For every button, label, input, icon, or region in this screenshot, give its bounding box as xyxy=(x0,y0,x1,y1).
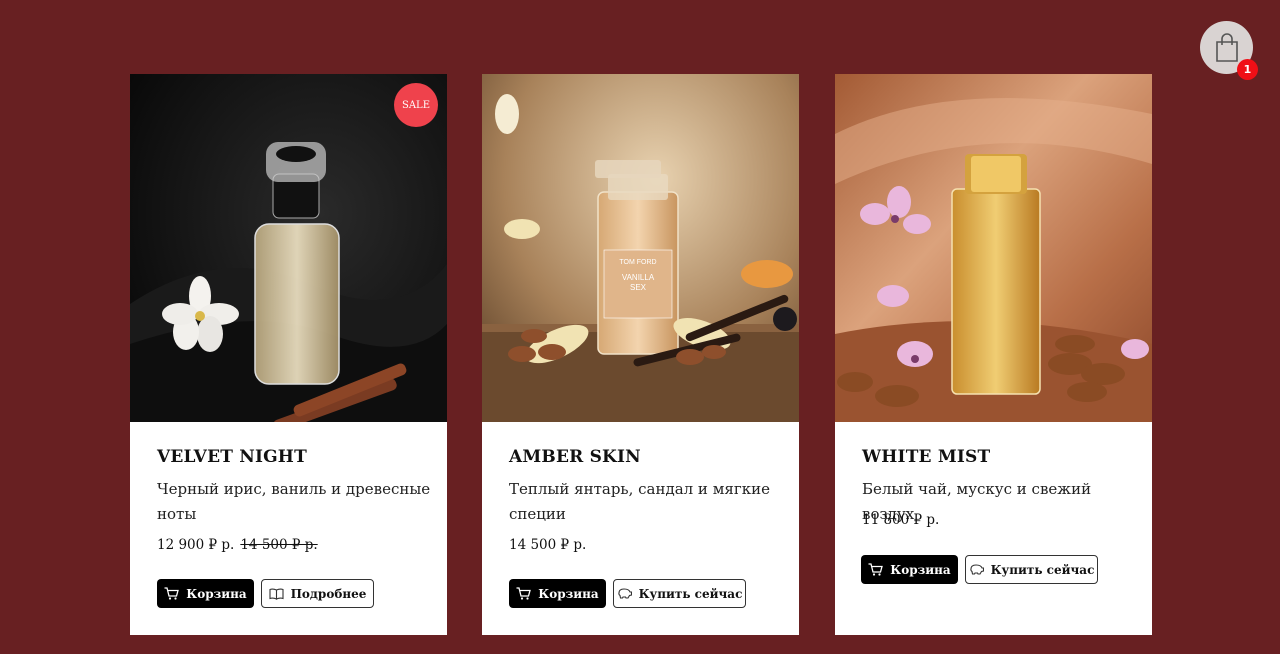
product-title: WHITE MIST xyxy=(862,447,991,467)
current-price: 14 500 ₽ р. xyxy=(509,537,587,553)
details-button[interactable]: Подробнее xyxy=(261,579,374,608)
cart-button[interactable]: 1 xyxy=(1200,21,1258,80)
cart-icon xyxy=(516,587,532,600)
product-card: WHITE MIST Белый чай, мускус и свежий во… xyxy=(835,74,1152,635)
product-image xyxy=(835,74,1152,422)
product-title: AMBER SKIN xyxy=(509,447,641,467)
svg-text:TOM FORD: TOM FORD xyxy=(619,259,656,266)
product-description: Черный ирис, ваниль и древесные ноты xyxy=(157,480,431,523)
cart-icon xyxy=(164,587,180,600)
add-to-cart-button[interactable]: Корзина xyxy=(157,579,254,608)
product-image: SALE xyxy=(130,74,447,422)
buy-now-button[interactable]: Купить сейчас xyxy=(613,579,746,608)
old-price: 14 500 ₽ р. xyxy=(240,537,318,553)
current-price: 11 800 ₽ р. xyxy=(862,512,940,528)
cart-count-badge: 1 xyxy=(1237,59,1258,80)
add-to-cart-button[interactable]: Корзина xyxy=(509,579,606,608)
book-icon xyxy=(269,588,284,600)
piggy-bank-icon xyxy=(617,588,632,599)
product-image: TOM FORD VANILLA SEX xyxy=(482,74,799,422)
product-description: Теплый янтарь, сандал и мягкие специи xyxy=(509,480,770,523)
product-price: 11 800 ₽ р. xyxy=(862,512,939,528)
product-card: TOM FORD VANILLA SEX AMBER SKIN Теплый я… xyxy=(482,74,799,635)
product-card: SALE VELVET NIGHT Черный ирис, ваниль и … xyxy=(130,74,447,635)
sale-badge: SALE xyxy=(394,83,438,127)
product-title: VELVET NIGHT xyxy=(157,447,307,467)
product-price: 12 900 ₽ р. 14 500 ₽ р. xyxy=(157,537,318,553)
buy-now-button[interactable]: Купить сейчас xyxy=(965,555,1098,584)
current-price: 12 900 ₽ р. xyxy=(157,537,235,553)
add-to-cart-button[interactable]: Корзина xyxy=(861,555,958,584)
shopping-bag-icon xyxy=(1215,32,1238,62)
piggy-bank-icon xyxy=(969,564,984,575)
cart-icon xyxy=(868,563,884,576)
svg-text:VANILLA: VANILLA xyxy=(622,273,655,282)
svg-text:SEX: SEX xyxy=(630,283,647,292)
product-price: 14 500 ₽ р. xyxy=(509,537,586,553)
